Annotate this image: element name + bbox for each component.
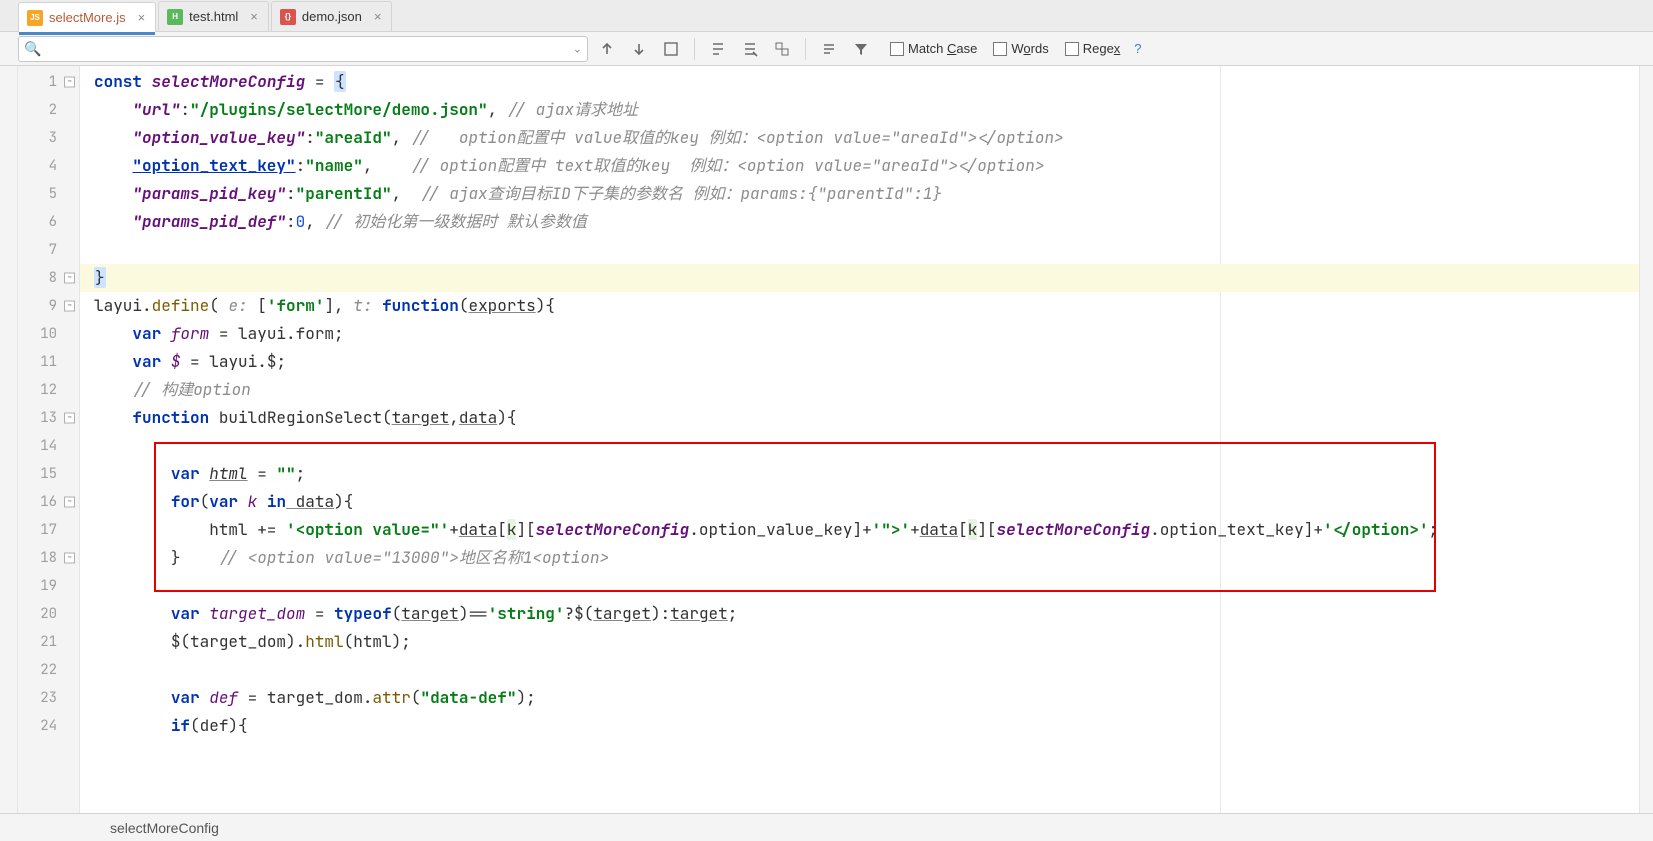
js-file-icon: JS <box>27 10 43 26</box>
words-label: Words <box>1011 41 1048 56</box>
line-number[interactable]: 18 <box>18 544 79 572</box>
code-line[interactable]: "url":"/plugins/selectMore/demo.json", /… <box>80 96 1639 124</box>
code-line[interactable]: // 构建option <box>80 376 1639 404</box>
code-editor[interactable]: const selectMoreConfig = { "url":"/plugi… <box>80 66 1639 813</box>
toggle-multiline-button[interactable] <box>816 36 842 62</box>
line-number[interactable]: 1 <box>18 68 79 96</box>
code-line[interactable]: "params_pid_def":0, // 初始化第一级数据时 默认参数值 <box>80 208 1639 236</box>
code-line[interactable]: } // <option value="13000">地区名称1<option> <box>80 544 1639 572</box>
tab-selectmore-js[interactable]: JS selectMore.js × <box>18 2 156 32</box>
tab-label: selectMore.js <box>49 10 126 25</box>
code-line[interactable]: var html = ""; <box>80 460 1639 488</box>
line-number[interactable]: 14 <box>18 432 79 460</box>
code-line[interactable]: "params_pid_key":"parentId", // ajax查询目标… <box>80 180 1639 208</box>
checkbox-icon <box>1065 42 1079 56</box>
line-number[interactable]: 3 <box>18 124 79 152</box>
code-line[interactable]: const selectMoreConfig = { <box>80 68 1639 96</box>
next-match-button[interactable] <box>626 36 652 62</box>
line-number[interactable]: 23 <box>18 684 79 712</box>
toolbar-separator <box>805 38 806 60</box>
line-number[interactable]: 13 <box>18 404 79 432</box>
find-input[interactable] <box>18 36 588 62</box>
code-line[interactable]: if(def){ <box>80 712 1639 740</box>
editor-tabs-bar: JS selectMore.js × H test.html × {} demo… <box>0 0 1653 32</box>
line-number[interactable]: 5 <box>18 180 79 208</box>
line-number[interactable]: 12 <box>18 376 79 404</box>
code-line[interactable] <box>80 572 1639 600</box>
line-number[interactable]: 10 <box>18 320 79 348</box>
regex-checkbox[interactable]: Regex <box>1065 41 1121 56</box>
line-number[interactable]: 22 <box>18 656 79 684</box>
line-number[interactable]: 7 <box>18 236 79 264</box>
code-line[interactable]: "option_text_key":"name", // option配置中 t… <box>80 152 1639 180</box>
code-line[interactable] <box>80 236 1639 264</box>
code-line[interactable]: "option_value_key":"areaId", // option配置… <box>80 124 1639 152</box>
tab-label: demo.json <box>302 9 362 24</box>
breadcrumb[interactable]: selectMoreConfig <box>0 813 1653 841</box>
history-dropdown-icon[interactable]: ⌄ <box>573 42 582 55</box>
select-occurrences-button[interactable] <box>769 36 795 62</box>
code-line[interactable]: function buildRegionSelect(target,data){ <box>80 404 1639 432</box>
line-number[interactable]: 6 <box>18 208 79 236</box>
left-gutter-strip <box>0 66 18 813</box>
find-input-wrap: 🔍 ⌄ <box>18 36 588 62</box>
tab-label: test.html <box>189 9 238 24</box>
filter-button[interactable] <box>848 36 874 62</box>
close-icon[interactable]: × <box>374 9 382 24</box>
line-number[interactable]: 9 <box>18 292 79 320</box>
code-line[interactable]: } <box>80 264 1639 292</box>
line-number[interactable]: 21 <box>18 628 79 656</box>
find-toolbar: 🔍 ⌄ Match Case Words Regex ? <box>0 32 1653 66</box>
line-number[interactable]: 4 <box>18 152 79 180</box>
prev-match-button[interactable] <box>594 36 620 62</box>
code-line[interactable]: for(var k in data){ <box>80 488 1639 516</box>
line-number[interactable]: 16 <box>18 488 79 516</box>
regex-label: Regex <box>1083 41 1121 56</box>
code-line[interactable]: $(target_dom).html(html); <box>80 628 1639 656</box>
scrollbar[interactable] <box>1639 66 1653 813</box>
code-line[interactable]: var def = target_dom.attr("data-def"); <box>80 684 1639 712</box>
add-selection-button[interactable] <box>705 36 731 62</box>
line-number[interactable]: 8 <box>18 264 79 292</box>
words-checkbox[interactable]: Words <box>993 41 1048 56</box>
match-case-checkbox[interactable]: Match Case <box>890 41 977 56</box>
code-line[interactable]: var $ = layui.$; <box>80 348 1639 376</box>
line-number[interactable]: 11 <box>18 348 79 376</box>
line-number-gutter: 1 2 3 4 5 6 7 8 9 10 11 12 13 14 15 16 1… <box>18 66 80 813</box>
line-number[interactable]: 17 <box>18 516 79 544</box>
search-icon: 🔍 <box>24 40 41 57</box>
breadcrumb-item[interactable]: selectMoreConfig <box>110 820 219 836</box>
remove-selection-button[interactable] <box>737 36 763 62</box>
line-number[interactable]: 24 <box>18 712 79 740</box>
checkbox-icon <box>890 42 904 56</box>
line-number[interactable]: 15 <box>18 460 79 488</box>
html-file-icon: H <box>167 9 183 25</box>
toolbar-separator <box>694 38 695 60</box>
help-button[interactable]: ? <box>1134 41 1141 56</box>
tab-test-html[interactable]: H test.html × <box>158 1 269 31</box>
code-line[interactable]: html += '<option value="'+data[k][select… <box>80 516 1639 544</box>
editor-area: 1 2 3 4 5 6 7 8 9 10 11 12 13 14 15 16 1… <box>0 66 1653 813</box>
code-line[interactable] <box>80 656 1639 684</box>
json-file-icon: {} <box>280 9 296 25</box>
code-line[interactable] <box>80 432 1639 460</box>
code-line[interactable]: layui.define( e: ['form'], t: function(e… <box>80 292 1639 320</box>
checkbox-icon <box>993 42 1007 56</box>
line-number[interactable]: 2 <box>18 96 79 124</box>
match-case-label: Match Case <box>908 41 977 56</box>
line-number[interactable]: 19 <box>18 572 79 600</box>
code-line[interactable]: var target_dom = typeof(target)=='string… <box>80 600 1639 628</box>
line-number[interactable]: 20 <box>18 600 79 628</box>
close-icon[interactable]: × <box>250 9 258 24</box>
close-icon[interactable]: × <box>138 10 146 25</box>
tab-demo-json[interactable]: {} demo.json × <box>271 1 393 31</box>
select-all-button[interactable] <box>658 36 684 62</box>
code-line[interactable]: var form = layui.form; <box>80 320 1639 348</box>
